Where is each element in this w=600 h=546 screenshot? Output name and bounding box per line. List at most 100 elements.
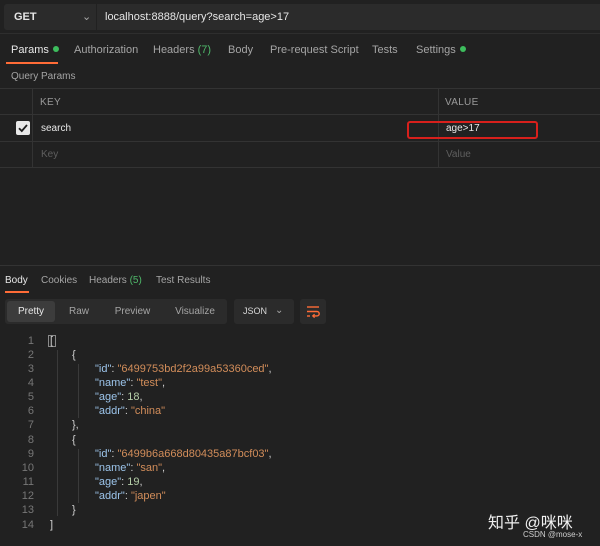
json-value: "san" xyxy=(136,462,162,474)
indent-guide xyxy=(78,364,79,418)
active-tab-indicator xyxy=(6,62,58,64)
query-params-title: Query Params xyxy=(11,71,76,82)
divider xyxy=(32,88,33,167)
visualize-button[interactable]: Visualize xyxy=(167,301,223,322)
code-line: { xyxy=(72,434,76,446)
indent-guide xyxy=(78,449,79,503)
line-number: 12 xyxy=(21,490,34,502)
json-value: "china" xyxy=(130,405,166,417)
code-line: }, xyxy=(72,419,79,431)
code-line: "name": "san", xyxy=(95,462,166,474)
json-key: "addr" xyxy=(95,405,125,417)
line-number: 10 xyxy=(21,462,34,474)
chevron-down-icon: ⌄ xyxy=(275,305,284,316)
tab-tests[interactable]: Tests xyxy=(372,44,398,56)
indent-guide xyxy=(57,350,58,516)
new-key-input[interactable]: Key xyxy=(41,149,58,160)
line-number: 11 xyxy=(22,476,34,488)
line-number: 9 xyxy=(27,448,34,460)
tab-pre-request-script[interactable]: Pre-request Script xyxy=(270,44,359,56)
tab-settings-label: Settings xyxy=(416,44,456,56)
json-key: "name" xyxy=(95,462,131,474)
wrap-lines-button[interactable] xyxy=(300,299,326,324)
param-key-cell[interactable]: search xyxy=(41,123,71,134)
code-line: [ xyxy=(50,335,54,347)
json-value: 18 xyxy=(127,391,140,403)
active-tab-indicator xyxy=(5,291,29,293)
highlight-box xyxy=(407,121,538,139)
tab-response-headers-label: Headers xyxy=(89,275,127,286)
divider xyxy=(0,114,600,115)
line-number: 6 xyxy=(27,405,34,417)
new-value-input[interactable]: Value xyxy=(446,149,471,160)
tab-cookies[interactable]: Cookies xyxy=(41,275,77,286)
request-url-bar: GET ⌄ localhost:8888/query?search=age>17 xyxy=(0,0,600,34)
url-input[interactable]: localhost:8888/query?search=age>17 xyxy=(97,4,600,30)
json-key: "name" xyxy=(95,377,131,389)
status-dot-icon xyxy=(459,46,466,53)
request-tabs: Params Authorization Headers (7) Body Pr… xyxy=(0,38,600,64)
tab-params-label: Params xyxy=(11,44,49,56)
code-line: "age": 18, xyxy=(95,391,143,403)
key-column-header: KEY xyxy=(40,97,61,108)
watermark-sub: CSDN @mose-x xyxy=(523,530,583,539)
json-value: "japen" xyxy=(130,490,166,502)
line-number: 14 xyxy=(21,519,34,531)
code-line: "name": "test", xyxy=(95,377,166,389)
tab-authorization[interactable]: Authorization xyxy=(74,44,138,56)
pretty-button[interactable]: Pretty xyxy=(7,301,55,322)
line-number: 7 xyxy=(27,419,34,431)
tab-response-headers[interactable]: Headers (5) xyxy=(89,275,142,286)
raw-button[interactable]: Raw xyxy=(59,301,99,322)
pane-divider[interactable] xyxy=(0,265,600,266)
format-select[interactable]: JSON ⌄ xyxy=(234,299,294,324)
wrap-lines-icon xyxy=(307,306,320,319)
code-line: "id": "6499b6a668d80435a87bcf03", xyxy=(95,448,272,460)
line-number: 8 xyxy=(27,434,34,446)
line-number: 2 xyxy=(27,349,34,361)
tab-headers-count: (7) xyxy=(197,44,212,56)
divider xyxy=(0,167,600,168)
json-value: "test" xyxy=(136,377,162,389)
url-text: localhost:8888/query?search=age>17 xyxy=(105,11,290,23)
tab-response-body[interactable]: Body xyxy=(5,275,28,286)
json-value: "6499753bd2f2a99a53360ced" xyxy=(117,363,269,375)
json-key: "id" xyxy=(95,363,112,375)
chevron-down-icon: ⌄ xyxy=(82,11,92,23)
preview-button[interactable]: Preview xyxy=(105,301,160,322)
tab-headers-label: Headers xyxy=(153,44,195,56)
line-number: 3 xyxy=(27,363,34,375)
json-key: "age" xyxy=(95,476,122,488)
tab-test-results[interactable]: Test Results xyxy=(156,275,210,286)
view-mode-group: Pretty Raw Preview Visualize xyxy=(5,299,227,324)
response-tabs: Body Cookies Headers (5) Test Results xyxy=(0,272,600,294)
json-value: "6499b6a668d80435a87bcf03" xyxy=(117,448,269,460)
line-number: 13 xyxy=(21,504,34,516)
tab-settings[interactable]: Settings xyxy=(416,44,466,56)
status-dot-icon xyxy=(52,46,59,53)
line-number: 4 xyxy=(27,377,34,389)
divider xyxy=(0,141,600,142)
code-line: { xyxy=(72,349,76,361)
method-select[interactable]: GET ⌄ xyxy=(4,4,96,30)
checkmark-icon xyxy=(18,124,28,133)
code-line: } xyxy=(72,504,76,516)
tab-params[interactable]: Params xyxy=(11,44,59,56)
code-line: "addr": "japen" xyxy=(95,490,166,502)
line-number: 5 xyxy=(27,391,34,403)
method-label: GET xyxy=(14,11,37,23)
divider xyxy=(0,88,600,89)
tab-headers[interactable]: Headers (7) xyxy=(153,44,211,56)
tab-body[interactable]: Body xyxy=(228,44,253,56)
code-line: "addr": "china" xyxy=(95,405,166,417)
code-line: "id": "6499753bd2f2a99a53360ced", xyxy=(95,363,272,375)
json-value: 19 xyxy=(127,476,140,488)
tab-response-headers-count: (5) xyxy=(129,275,142,286)
line-number: 1 xyxy=(27,335,34,347)
code-line: ] xyxy=(50,519,54,531)
json-key: "id" xyxy=(95,448,112,460)
value-column-header: VALUE xyxy=(445,97,479,108)
json-key: "addr" xyxy=(95,490,125,502)
json-key: "age" xyxy=(95,391,122,403)
param-enabled-checkbox[interactable] xyxy=(16,121,30,135)
